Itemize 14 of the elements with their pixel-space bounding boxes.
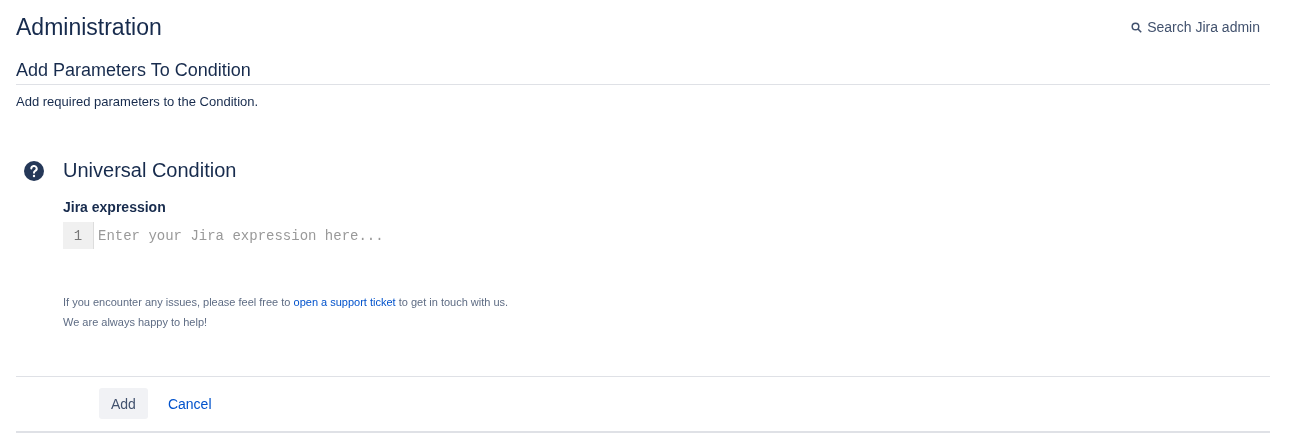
condition-title: Universal Condition — [63, 158, 238, 183]
section-description: Add required parameters to the Condition. — [16, 94, 260, 109]
search-icon — [1131, 21, 1143, 33]
line-number: 1 — [63, 222, 94, 249]
field-label: Jira expression — [63, 199, 167, 215]
section-title: Add Parameters To Condition — [16, 54, 1270, 85]
search-link[interactable]: Search Jira admin — [1131, 19, 1260, 35]
support-ticket-link[interactable]: open a support ticket — [293, 296, 396, 308]
help-text: We are always happy to help! — [63, 315, 209, 330]
page-title: Administration — [16, 13, 162, 41]
add-button[interactable]: Add — [99, 388, 148, 419]
cancel-link[interactable]: Cancel — [155, 388, 224, 419]
help-icon — [24, 161, 44, 181]
help-text: If you encounter any issues, please feel free to open a support ticket to get in touch with us. — [63, 295, 510, 310]
